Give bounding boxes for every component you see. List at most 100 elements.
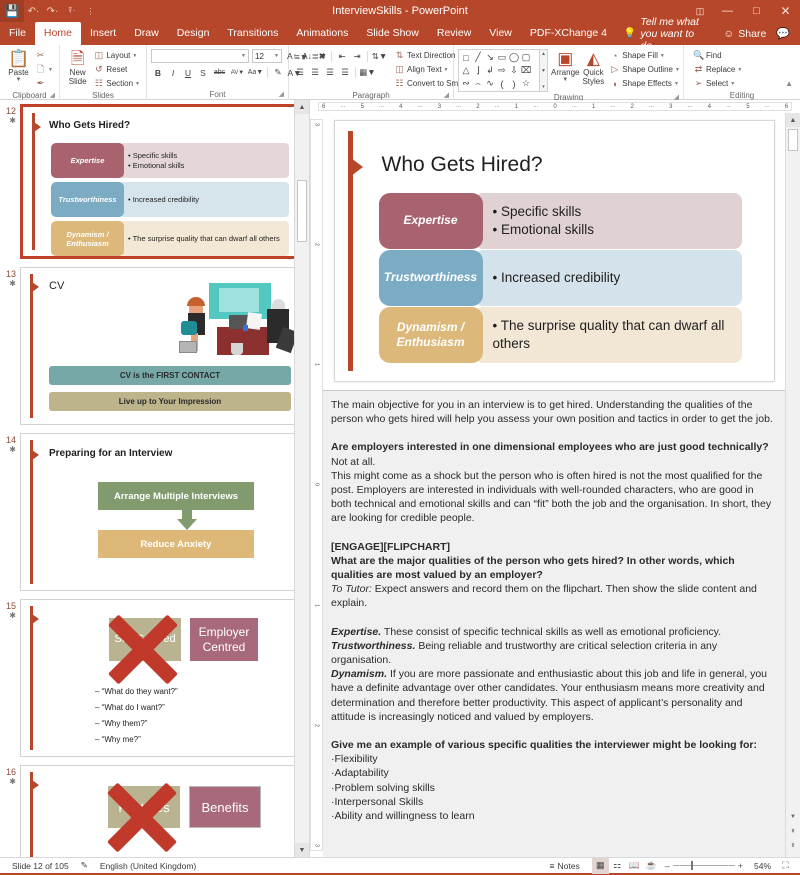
fit-to-window-icon[interactable]: ⛶ (777, 858, 794, 874)
format-painter-button[interactable]: ✒ (33, 77, 55, 90)
comments-icon[interactable]: 💬 (774, 27, 800, 40)
collapse-ribbon-icon[interactable]: ▲ (785, 79, 796, 90)
reset-button[interactable]: ↺ Reset (91, 63, 142, 76)
shape-icon[interactable]: ◯ (508, 51, 520, 64)
tab-slide-show[interactable]: Slide Show (357, 22, 428, 45)
select-button[interactable]: ➢ Select ▼ (691, 77, 744, 90)
shape-icon[interactable]: ∾ (460, 77, 472, 90)
tab-review[interactable]: Review (428, 22, 480, 45)
zoom-level[interactable]: 54% (748, 861, 777, 871)
font-size-input[interactable]: 12 ▼ (252, 49, 282, 63)
chevron-down-icon[interactable]: ▼ (541, 68, 546, 74)
scrollbar-thumb[interactable] (297, 180, 307, 242)
shape-icon[interactable]: ⇨ (496, 64, 508, 77)
restore-icon[interactable]: □ (742, 0, 771, 22)
row-body[interactable]: Specific skillsEmotional skills (474, 192, 742, 249)
more-icon[interactable]: ⋮ (81, 0, 100, 22)
tab-view[interactable]: View (480, 22, 521, 45)
shape-effects-button[interactable]: ◖ Shape Effects ▼ (607, 77, 682, 90)
font-name-input[interactable]: ▼ (151, 49, 249, 63)
slide-counter[interactable]: Slide 12 of 105 (6, 861, 75, 871)
paste-button[interactable]: 📋 Paste ▼ (4, 48, 33, 83)
tab-design[interactable]: Design (168, 22, 219, 45)
scroll-up-icon[interactable]: ▲ (786, 113, 800, 127)
chevron-up-icon[interactable]: ▲ (541, 51, 546, 57)
copy-button[interactable]: 🗋 ▼ (33, 63, 55, 76)
new-slide-button[interactable]: 🗎 New Slide (64, 48, 91, 86)
zoom-in-button[interactable]: + (738, 861, 743, 871)
redo-icon[interactable]: ↷· (43, 0, 62, 22)
quick-styles-button[interactable]: ◭ Quick Styles (582, 48, 604, 86)
replace-button[interactable]: ⇄ Replace ▼ (691, 63, 744, 76)
columns-button[interactable]: ▦▼ (359, 66, 376, 79)
scroll-down-icon[interactable]: ▼ (789, 811, 797, 823)
language-indicator[interactable]: English (United Kingdom) (94, 861, 202, 871)
row-label[interactable]: Expertise (378, 192, 483, 249)
view-slideshow-button[interactable]: ☕ (643, 858, 660, 874)
zoom-track[interactable] (672, 861, 735, 870)
text-shadow-button[interactable]: S (196, 66, 210, 79)
shape-icon[interactable]: ∿ (484, 77, 496, 90)
slide-title[interactable]: Who Gets Hired? (382, 153, 543, 177)
shape-icon[interactable]: ) (508, 77, 520, 90)
scroll-up-icon[interactable]: ▲ (295, 100, 309, 114)
layout-button[interactable]: ◫ Layout ▼ (91, 49, 142, 62)
previous-slide-icon[interactable]: ⇞ (789, 825, 797, 837)
current-slide-canvas[interactable]: Who Gets Hired? Expertise Specific skill… (333, 119, 775, 382)
dialog-launcher-icon[interactable]: ◢ (279, 89, 284, 100)
bullets-button[interactable]: ≡▼ (293, 50, 310, 63)
shape-icon[interactable]: ▭ (496, 51, 508, 64)
scrollbar-thumb[interactable] (788, 129, 798, 151)
thumbnail-slide-13[interactable]: 13 ✱ CV CV is the FIRST CONTACT Live up … (0, 263, 309, 429)
thumbnail-canvas[interactable]: Who Gets Hired? Expertise Specific skill… (20, 104, 305, 259)
undo-icon[interactable]: ↶· (24, 0, 43, 22)
scroll-down-icon[interactable]: ▼ (295, 843, 309, 857)
thumbnail-slide-12[interactable]: 12✱ Who Gets Hired? Expertise Specific s… (0, 100, 309, 263)
ribbon-display-options-icon[interactable]: ◫ (687, 0, 713, 22)
tab-insert[interactable]: Insert (81, 22, 125, 45)
italic-button[interactable]: I (166, 66, 180, 79)
save-icon[interactable]: 💾 (0, 0, 24, 22)
tab-transitions[interactable]: Transitions (218, 22, 287, 45)
align-right-button[interactable]: ☰ (323, 66, 337, 79)
shape-outline-button[interactable]: ▷ Shape Outline ▼ (607, 63, 682, 76)
tab-file[interactable]: File (0, 22, 35, 45)
slide-row[interactable]: Expertise Specific skillsEmotional skill… (378, 192, 742, 249)
slide-row[interactable]: Dynamism / Enthusiasm The surprise quali… (378, 306, 742, 363)
shape-icon[interactable]: ▢ (520, 51, 532, 64)
tab-home[interactable]: Home (34, 22, 81, 45)
row-label[interactable]: Trustworthiness (378, 249, 483, 306)
tab-animations[interactable]: Animations (287, 22, 357, 45)
shape-icon[interactable]: ⇩ (508, 64, 520, 77)
justify-button[interactable]: ☰ (338, 66, 352, 79)
spell-check-icon[interactable]: ✎ (75, 860, 94, 871)
change-case-button[interactable]: Aa▼ (247, 66, 264, 79)
minimize-icon[interactable]: — (713, 0, 742, 22)
close-icon[interactable]: ✕ (771, 0, 800, 22)
editor-scrollbar[interactable]: ▲ ▼ ⇞ ⇟ (785, 113, 800, 857)
notes-toggle-button[interactable]: ≡ Notes (544, 861, 586, 871)
find-button[interactable]: 🔍 Find (691, 49, 744, 62)
share-button[interactable]: ☺ Share (716, 22, 775, 45)
text-highlight-button[interactable]: ✎ (271, 66, 285, 79)
shape-icon[interactable]: ↲ (484, 64, 496, 77)
thumbnail-slide-15[interactable]: 15✱ Self Centred Employer Centred – “Wha… (0, 595, 309, 761)
slide-thumbnail-pane[interactable]: 12✱ Who Gets Hired? Expertise Specific s… (0, 100, 310, 857)
notes-pane[interactable]: The main objective for you in an intervi… (323, 390, 785, 857)
numbering-button[interactable]: ≣▼ (311, 50, 328, 63)
thumbnail-scrollbar[interactable]: ▲ ▼ (294, 100, 309, 857)
shape-icon[interactable]: □ (460, 51, 472, 64)
section-button[interactable]: ☷ Section ▼ (91, 77, 142, 90)
decrease-indent-button[interactable]: ⇤ (335, 50, 349, 63)
underline-button[interactable]: U (181, 66, 195, 79)
shape-icon[interactable]: ↘ (484, 51, 496, 64)
slide-row[interactable]: Trustworthiness Increased credibility (378, 249, 742, 306)
thumbnail-canvas[interactable]: Features Benefits (20, 765, 305, 857)
next-slide-icon[interactable]: ⇟ (789, 839, 797, 851)
shape-fill-button[interactable]: ◔ Shape Fill ▼ (607, 49, 682, 62)
tab-pdf-xchange[interactable]: PDF-XChange 4 (521, 22, 616, 45)
align-center-button[interactable]: ☰ (308, 66, 322, 79)
zoom-knob[interactable] (690, 861, 693, 870)
cut-button[interactable]: ✂ (33, 49, 55, 62)
arrange-button[interactable]: ▣ Arrange ▼ (551, 48, 579, 83)
